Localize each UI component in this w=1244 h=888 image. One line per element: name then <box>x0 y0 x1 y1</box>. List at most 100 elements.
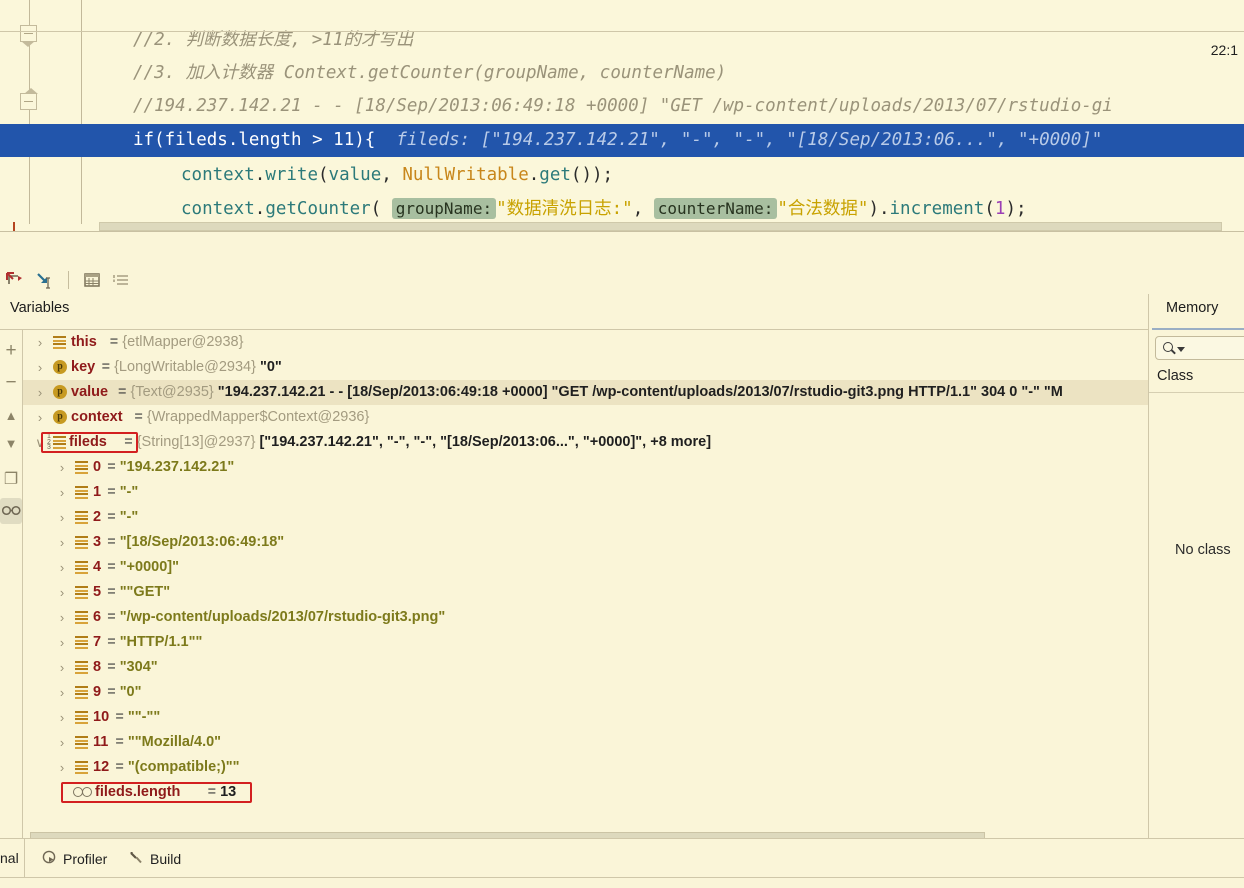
chevron-right-icon[interactable] <box>55 705 69 730</box>
variable-row[interactable]: 11 = ""Mozilla/4.0" <box>23 730 1148 755</box>
chevron-right-icon[interactable] <box>55 730 69 755</box>
variable-row[interactable]: this = {etlMapper@2938} <box>23 330 1148 355</box>
variable-row[interactable]: pkey = {LongWritable@2934} "0" <box>23 355 1148 380</box>
variable-value: = "[18/Sep/2013:06:49:18" <box>107 534 285 550</box>
variable-row[interactable]: 8 = "304" <box>23 655 1148 680</box>
variable-row[interactable]: 5 = ""GET" <box>23 580 1148 605</box>
tab-memory[interactable]: Memory <box>1166 300 1218 316</box>
code-dot: . <box>254 199 266 219</box>
chevron-right-icon[interactable] <box>55 480 69 505</box>
variable-row[interactable]: 9 = "0" <box>23 680 1148 705</box>
variables-tree[interactable]: this = {etlMapper@2938} pkey = {LongWrit… <box>23 330 1148 825</box>
code-close: ()); <box>570 165 614 185</box>
evaluate-expression-icon[interactable] <box>77 267 107 293</box>
variable-value: = "+0000]" <box>107 559 179 575</box>
code-close: ); <box>1005 199 1027 219</box>
code-class: NullWritable <box>402 165 529 185</box>
code-if-statement: if(fileds.length > 11){ <box>133 130 376 150</box>
variable-name: 4 <box>93 559 102 575</box>
field-icon <box>75 661 88 674</box>
inline-debug-hint-value: fileds: ["194.237.142.21", "-", "-", "[1… <box>396 130 1103 150</box>
code-line-current-execution: if(fileds.length > 11){ fileds: ["194.23… <box>0 124 1244 157</box>
memory-search-input[interactable] <box>1155 336 1244 360</box>
chevron-right-icon[interactable] <box>55 605 69 630</box>
field-icon <box>75 636 88 649</box>
sort-settings-icon[interactable] <box>107 267 137 293</box>
parameter-hint-countername: counterName: <box>653 198 778 219</box>
variable-row[interactable]: p context = {WrappedMapper$Context@2936} <box>23 405 1148 430</box>
field-icon <box>75 561 88 574</box>
variable-value: = "-" <box>107 509 139 525</box>
code-dot: ). <box>868 199 890 219</box>
chevron-right-icon[interactable] <box>55 555 69 580</box>
variable-value: = {LongWritable@2934} "0" <box>101 359 282 375</box>
variable-row[interactable]: 6 = "/wp-content/uploads/2013/07/rstudio… <box>23 605 1148 630</box>
variable-row[interactable]: fileds.length = 13 <box>23 780 1148 805</box>
variable-value: = ""Mozilla/4.0" <box>115 734 222 750</box>
add-watch-button[interactable]: + <box>0 338 22 364</box>
build-label: Build <box>150 851 182 867</box>
chevron-right-icon[interactable] <box>33 380 47 405</box>
variable-row[interactable]: 1 = "-" <box>23 480 1148 505</box>
field-icon <box>75 711 88 724</box>
field-icon <box>75 736 88 749</box>
code-arg: value <box>328 165 382 185</box>
chevron-right-icon[interactable] <box>33 405 47 430</box>
code-line-comment-3: //3. 加入计数器 Context.getCounter(groupName,… <box>0 57 1244 90</box>
status-item-terminal[interactable]: nal <box>0 850 19 866</box>
variable-row[interactable]: 12 = "(compatible;)"" <box>23 755 1148 780</box>
status-item-build[interactable]: Build <box>129 850 181 868</box>
field-icon <box>75 461 88 474</box>
code-string: "合法数据" <box>777 199 869 219</box>
status-item-profiler[interactable]: Profiler <box>42 850 107 868</box>
chevron-right-icon[interactable] <box>55 680 69 705</box>
debugger-toolbar <box>0 267 137 293</box>
run-to-cursor-icon[interactable] <box>30 267 60 293</box>
chevron-right-icon[interactable] <box>55 580 69 605</box>
variable-row[interactable]: pvalue = {Text@2935} "194.237.142.21 - -… <box>23 380 1148 405</box>
editor-horizontal-scrollbar[interactable] <box>99 222 1222 231</box>
variable-name: 10 <box>93 709 110 725</box>
parameter-hint-groupname: groupName: <box>391 198 497 219</box>
variable-name: 6 <box>93 609 102 625</box>
code-line-get-counter: context.getCounter( groupName: "数据清洗日志:",… <box>0 192 1244 225</box>
variable-row[interactable]: 0 = "194.237.142.21" <box>23 455 1148 480</box>
profiler-icon <box>42 850 57 868</box>
chevron-right-icon[interactable] <box>33 330 47 355</box>
plus-icon: + <box>5 340 17 361</box>
variable-row[interactable]: 7 = "HTTP/1.1"" <box>23 630 1148 655</box>
chevron-right-icon[interactable] <box>55 505 69 530</box>
chevron-down-icon[interactable] <box>1177 347 1185 352</box>
step-out-icon[interactable] <box>0 267 30 293</box>
chevron-right-icon[interactable] <box>55 530 69 555</box>
variable-row[interactable]: 123fileds = {String[13]@2937} ["194.237.… <box>23 430 1148 455</box>
chevron-right-icon[interactable] <box>55 755 69 780</box>
field-icon <box>75 611 88 624</box>
variable-row[interactable]: 3 = "[18/Sep/2013:06:49:18" <box>23 530 1148 555</box>
code-string: "数据清洗日志:" <box>496 199 633 219</box>
variable-value: = ""-"" <box>115 709 161 725</box>
arrow-up-icon: ▲ <box>4 407 18 423</box>
variable-row[interactable]: 10 = ""-"" <box>23 705 1148 730</box>
chevron-right-icon[interactable] <box>55 655 69 680</box>
tab-variables[interactable]: Variables <box>10 300 69 316</box>
code-text-group: if(fileds.length > 11){ fileds: ["194.23… <box>133 124 1102 157</box>
variable-row[interactable]: 4 = "+0000]" <box>23 555 1148 580</box>
chevron-right-icon[interactable] <box>55 455 69 480</box>
watches-toggle-button[interactable] <box>0 498 22 524</box>
variable-name: 2 <box>93 509 102 525</box>
variable-value: = "-" <box>107 484 139 500</box>
chevron-right-icon[interactable] <box>33 355 47 380</box>
chevron-right-icon[interactable] <box>55 630 69 655</box>
code-editor[interactable]: //2. 判断数据长度, >11的才写出 //3. 加入计数器 Context.… <box>0 0 1244 231</box>
copy-button[interactable]: ❐ <box>0 466 22 492</box>
remove-watch-button[interactable]: − <box>0 370 22 396</box>
move-up-button[interactable]: ▲ <box>0 402 22 428</box>
variable-row[interactable]: 2 = "-" <box>23 505 1148 530</box>
move-down-button[interactable]: ▼ <box>0 430 22 456</box>
code-dot: . <box>254 165 266 185</box>
variable-value: = "304" <box>107 659 158 675</box>
code-method: get <box>539 165 571 185</box>
variable-name: 12 <box>93 759 110 775</box>
profiler-label: Profiler <box>63 851 108 867</box>
